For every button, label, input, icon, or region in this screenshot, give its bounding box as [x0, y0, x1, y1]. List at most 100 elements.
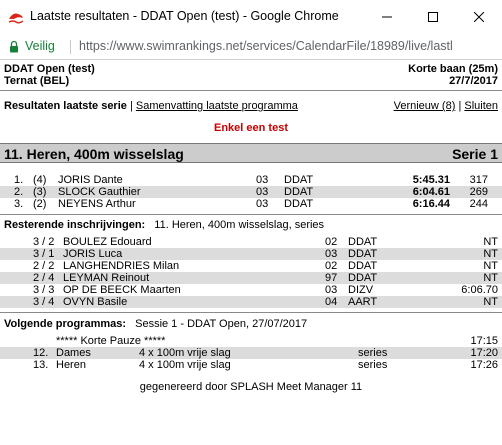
- secure-label: Veilig: [25, 39, 55, 53]
- result-points: 317: [469, 174, 488, 186]
- window-titlebar: Laatste resultaten - DDAT Open (test) - …: [0, 0, 502, 34]
- result-club: DDAT: [284, 186, 314, 198]
- entry-name: LANGHENDRIES Milan: [63, 260, 180, 272]
- entry-age: 03: [325, 248, 338, 260]
- entry-row: 3 / 3 OP DE BEECK Maarten 03 DIZV 6:06.7…: [0, 284, 502, 296]
- entry-seed: NT: [483, 272, 498, 284]
- result-points: 269: [469, 186, 488, 198]
- meet-header-row-1: DDAT Open (test) Korte baan (25m): [4, 63, 498, 75]
- nav-bar: Resultaten laatste serie | Samenvatting …: [4, 100, 498, 112]
- program-number: 13.: [33, 359, 49, 371]
- nav-separator: |: [458, 100, 462, 112]
- entry-heat-lane: 3 / 1: [33, 248, 55, 260]
- nav-separator: |: [129, 100, 133, 112]
- address-bar[interactable]: Veilig https://www.swimrankings.net/serv…: [0, 34, 502, 60]
- result-age: 03: [256, 186, 269, 198]
- program-time: 17:15: [470, 335, 498, 347]
- program-row: ***** Korte Pauze ***** 17:15: [0, 335, 502, 347]
- result-place: 3.: [14, 198, 24, 210]
- entry-seed: NT: [483, 236, 498, 248]
- meet-location: Ternat (BEL): [4, 75, 70, 87]
- entry-club: DDAT: [348, 248, 378, 260]
- result-lane: (4): [33, 174, 47, 186]
- remaining-label: Resterende inschrijvingen:: [4, 219, 146, 231]
- entry-heat-lane: 3 / 3: [33, 284, 55, 296]
- divider: [0, 312, 502, 313]
- entry-name: OVYN Basile: [63, 296, 128, 308]
- next-session: Sessie 1 - DDAT Open, 27/07/2017: [135, 318, 308, 330]
- program-name: ***** Korte Pauze *****: [56, 335, 166, 347]
- remaining-header: Resterende inschrijvingen: 11. Heren, 40…: [4, 219, 324, 231]
- entry-row: 3 / 4 OVYN Basile 04 AART NT: [0, 296, 502, 308]
- program-time: 17:20: [470, 347, 498, 359]
- divider: [0, 214, 502, 215]
- entry-heat-lane: 3 / 2: [33, 236, 55, 248]
- close-window-button[interactable]: [456, 0, 502, 34]
- result-club: DDAT: [284, 198, 314, 210]
- result-name: JORIS Dante: [58, 174, 123, 186]
- entry-club: DIZV: [348, 284, 374, 296]
- entry-row: 2 / 4 LEYMAN Reinout 97 DDAT NT: [0, 272, 502, 284]
- entry-age: 97: [325, 272, 338, 284]
- entry-club: AART: [348, 296, 378, 308]
- entry-row: 2 / 2 LANGHENDRIES Milan 02 DDAT NT: [0, 260, 502, 272]
- entry-row: 3 / 2 BOULEZ Edouard 02 DDAT NT: [0, 236, 502, 248]
- lock-icon: [10, 40, 18, 53]
- result-place: 2.: [14, 186, 24, 198]
- test-label: Enkel een test: [214, 122, 288, 134]
- page-content: DDAT Open (test) Korte baan (25m) Ternat…: [0, 61, 502, 445]
- program-row: 13. Heren 4 x 100m vrije slag series 17:…: [0, 359, 502, 371]
- program-row: 12. Dames 4 x 100m vrije slag series 17:…: [0, 347, 502, 359]
- meet-date: 27/7/2017: [449, 75, 498, 87]
- next-label: Volgende programmas:: [4, 318, 127, 330]
- result-name: NEYENS Arthur: [58, 198, 136, 210]
- remaining-event: 11. Heren, 400m wisselslag, series: [154, 219, 325, 231]
- result-time: 5:45.31: [412, 174, 450, 186]
- program-time: 17:26: [470, 359, 498, 371]
- result-time: 6:16.44: [412, 198, 450, 210]
- meet-header-row-2: Ternat (BEL) 27/7/2017: [4, 75, 498, 87]
- swimrankings-app-icon: [8, 13, 24, 24]
- refresh-link[interactable]: Vernieuw (8): [394, 100, 456, 112]
- current-view-label: Resultaten laatste serie: [4, 100, 127, 112]
- program-number: 12.: [33, 347, 49, 359]
- summary-link[interactable]: Samenvatting laatste programma: [136, 100, 298, 112]
- entry-heat-lane: 2 / 2: [33, 260, 55, 272]
- entry-age: 04: [325, 296, 338, 308]
- result-lane: (2): [33, 198, 47, 210]
- entry-name: JORIS Luca: [63, 248, 123, 260]
- program-distance: 4 x 100m vrije slag: [139, 347, 231, 359]
- next-header: Volgende programmas: Sessie 1 - DDAT Ope…: [4, 318, 307, 330]
- close-icon: [474, 12, 484, 22]
- maximize-button[interactable]: [410, 0, 456, 34]
- program-name: Heren: [56, 359, 86, 371]
- result-points: 244: [469, 198, 488, 210]
- minimize-icon: [382, 16, 392, 18]
- entry-heat-lane: 3 / 4: [33, 296, 55, 308]
- result-time: 6:04.61: [412, 186, 450, 198]
- maximize-icon: [428, 12, 438, 22]
- result-row: 3. (2) NEYENS Arthur 03 DDAT 6:16.44 244: [0, 198, 502, 210]
- entry-name: BOULEZ Edouard: [63, 236, 152, 248]
- entry-seed: NT: [483, 260, 498, 272]
- entry-club: DDAT: [348, 236, 378, 248]
- result-row: 2. (3) SLOCK Gauthier 03 DDAT 6:04.61 26…: [0, 186, 502, 198]
- result-club: DDAT: [284, 174, 314, 186]
- entry-name: LEYMAN Reinout: [63, 272, 150, 284]
- entry-age: 03: [325, 284, 338, 296]
- close-link[interactable]: Sluiten: [464, 100, 498, 112]
- result-lane: (3): [33, 186, 47, 198]
- result-name: SLOCK Gauthier: [58, 186, 141, 198]
- course-type: Korte baan (25m): [408, 63, 498, 75]
- url-text[interactable]: https://www.swimrankings.net/services/Ca…: [79, 39, 502, 53]
- meet-name: DDAT Open (test): [4, 63, 95, 75]
- program-type: series: [358, 359, 388, 371]
- entry-club: DDAT: [348, 260, 378, 272]
- result-row: 1. (4) JORIS Dante 03 DDAT 5:45.31 317: [0, 174, 502, 186]
- minimize-button[interactable]: [364, 0, 410, 34]
- address-separator: [70, 40, 71, 54]
- result-age: 03: [256, 198, 269, 210]
- footer-credit: gegenereerd door SPLASH Meet Manager 11: [139, 381, 363, 393]
- nav-right: Vernieuw (8) | Sluiten: [394, 100, 498, 112]
- event-header: 11. Heren, 400m wisselslag Serie 1: [0, 143, 502, 163]
